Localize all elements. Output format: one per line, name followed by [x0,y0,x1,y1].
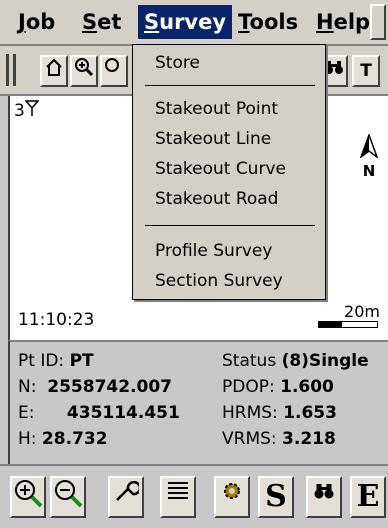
zoom-out-tool-button[interactable] [50,476,86,518]
pt-id-label: Pt ID: [18,351,65,371]
menu-set[interactable]: Set [76,5,127,39]
list-icon [166,482,190,506]
point-info-panel: Pt ID: PT N: 2558742.007 E: 435114.451 H… [8,340,388,464]
home-icon [45,58,63,82]
s-icon: S [265,479,287,514]
menu-survey-label: urvey [159,10,227,34]
status-row: Status (8)Single [222,348,369,374]
menu-item-profile-survey[interactable]: Profile Survey [133,237,325,265]
tag-button[interactable]: T [352,55,380,87]
find-tool-button[interactable] [306,476,342,518]
menu-help[interactable]: Help [310,5,376,39]
height-value: 28.732 [41,429,108,449]
tag-icon: T [360,61,372,81]
menu-item-stakeout-line[interactable]: Stakeout Line [133,125,325,153]
menu-separator [145,85,315,86]
north-label: N [362,162,376,180]
status-label: Status [222,351,277,371]
menu-item-store-label: Store [155,53,200,73]
pt-id-row: Pt ID: PT [18,348,94,374]
hrms-value: 1.653 [283,403,337,423]
menu-item-stakeout-point[interactable]: Stakeout Point [133,95,325,123]
height-row: H: 28.732 [18,426,108,452]
status-value: (8)Single [281,351,369,371]
menu-item-stakeout-road[interactable]: Stakeout Road [133,185,325,213]
height-label: H: [18,429,37,449]
menu-item-section-survey[interactable]: Section Survey [133,267,325,295]
easting-row: E: 435114.451 [18,400,180,426]
menu-tools[interactable]: Tools [232,5,304,39]
menu-help-accel: H [316,10,334,34]
zoom-in-icon [13,480,43,512]
vrms-row: VRMS: 3.218 [222,426,336,452]
menu-item-stakeout-curve[interactable]: Stakeout Curve [133,155,325,183]
menu-survey-accel: S [144,10,160,34]
northing-value: 2558742.007 [47,377,173,397]
menu-job-accel: J [18,10,26,34]
scale-bar-graphic [318,321,378,328]
menu-set-accel: S [82,10,98,34]
pdop-row: PDOP: 1.600 [222,374,334,400]
vrms-value: 3.218 [282,429,336,449]
survey-menu: Store Stakeout Point Stakeout Line Stake… [132,44,326,300]
config-tool-button[interactable] [214,476,250,518]
toolbar-grip[interactable] [6,54,16,86]
binoculars-icon [313,484,335,506]
zoom-in-button[interactable] [70,55,98,87]
hrms-label: HRMS: [222,403,278,423]
zoom-icon [104,58,124,82]
survey-tool-button[interactable]: S [258,476,294,518]
e-icon: E [356,479,380,514]
menu-item-store[interactable]: Store [133,49,325,77]
northing-row: N: 2558742.007 [18,374,172,400]
northing-label: N: [18,377,37,397]
menu-item-stakeout-curve-label: Stakeout Curve [155,159,286,179]
zoom-out-icon [53,480,83,512]
wrench-icon [113,480,142,508]
north-arrow-icon [359,132,379,162]
bottom-toolbar: S E [0,464,388,528]
menu-item-stakeout-line-label: Stakeout Line [155,129,272,149]
menu-tools-label: ools [249,10,299,34]
menu-item-section-survey-label: Section Survey [155,271,283,291]
home-button[interactable] [40,55,68,87]
zoom-in-tool-button[interactable] [10,476,46,518]
menu-job[interactable]: Job [12,5,61,39]
zoom-button[interactable] [100,55,128,87]
north-arrow: N [358,132,380,180]
extra-tool-button[interactable]: E [350,476,386,518]
menu-job-label: ob [25,10,56,34]
gear-icon [221,483,243,506]
clock-time: 11:10:23 [18,310,95,330]
pt-id-value: PT [69,351,94,371]
settings-tool-button[interactable] [108,476,144,518]
hrms-row: HRMS: 1.653 [222,400,337,426]
vrms-label: VRMS: [222,429,277,449]
menu-scroll-button[interactable] [370,4,386,40]
menu-item-stakeout-road-label: Stakeout Road [155,189,279,209]
menu-item-stakeout-point-label: Stakeout Point [155,99,279,119]
satellite-count: 3 [14,101,25,121]
menu-separator [145,225,315,226]
menu-tools-accel: T [238,10,250,34]
pdop-label: PDOP: [222,377,275,397]
easting-value: 435114.451 [66,403,180,423]
menu-help-label: elp [333,10,371,34]
satellite-indicator: 3 [14,100,40,121]
menu-set-label: et [97,10,122,34]
pdop-value: 1.600 [280,377,334,397]
scale-bar: 20m [318,302,380,328]
antenna-icon [24,100,40,121]
menu-item-profile-survey-label: Profile Survey [155,241,273,261]
zoom-in-icon [74,58,94,82]
scale-label: 20m [344,302,380,321]
menu-survey[interactable]: Survey [138,5,233,39]
menu-bar: Job Set Survey Tools Help [0,0,388,46]
easting-label: E: [18,403,35,423]
list-tool-button[interactable] [160,476,196,518]
binoculars-icon [324,61,344,82]
